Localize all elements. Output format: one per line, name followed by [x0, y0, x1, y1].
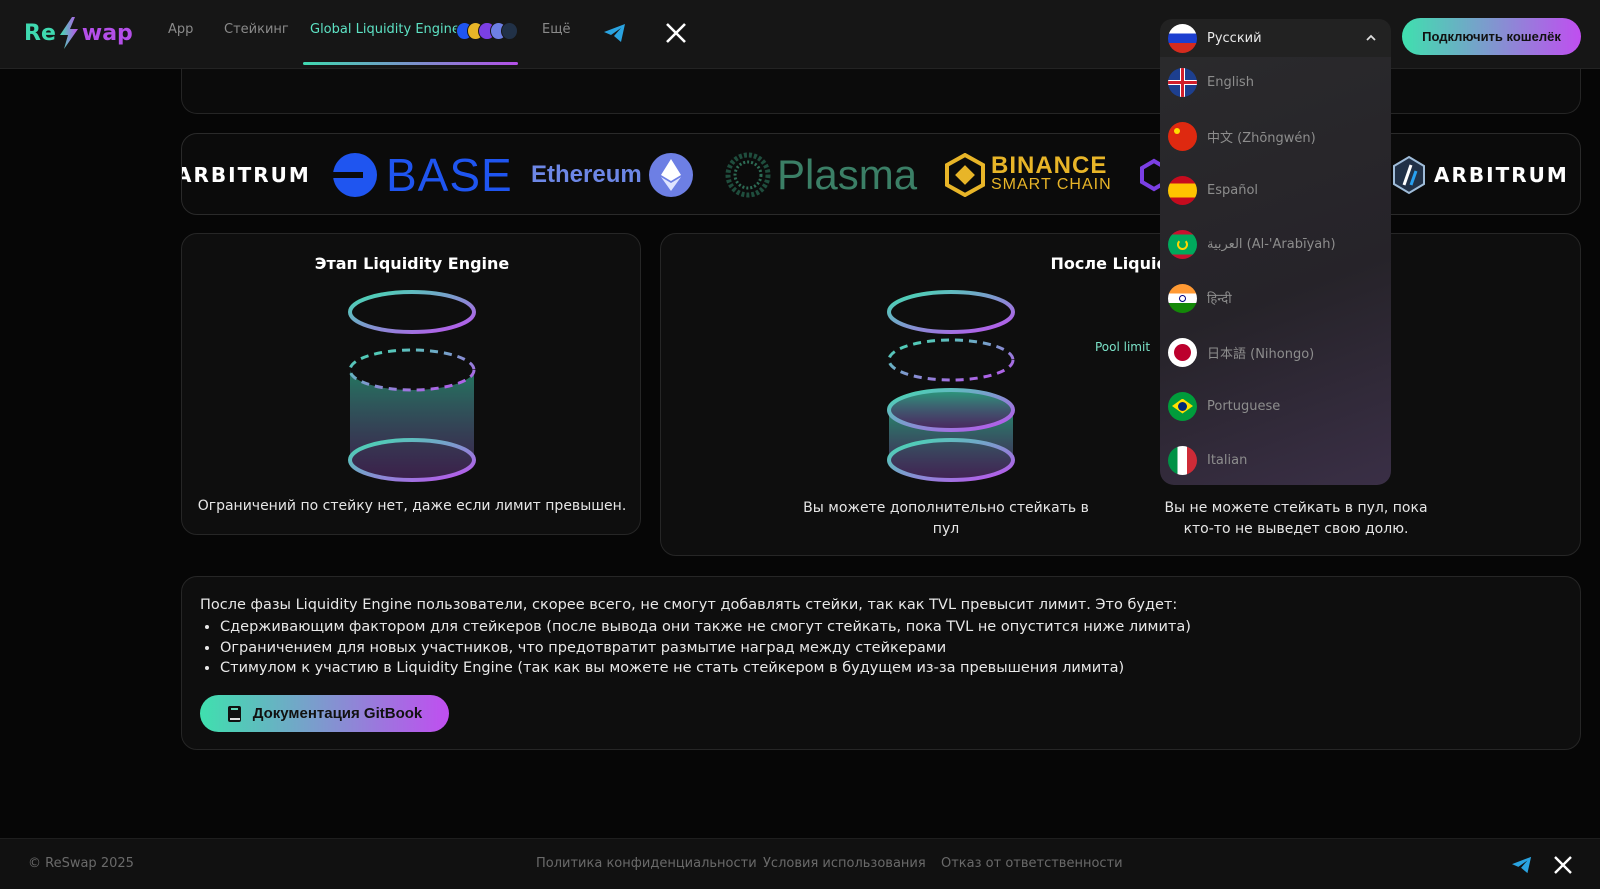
- privacy-policy-link[interactable]: Политика конфиденциальности: [536, 856, 757, 871]
- japan-flag-icon: [1168, 337, 1197, 367]
- chain-arbitrum-left: ARBITRUM: [181, 134, 311, 214]
- nav-global-liquidity-engine[interactable]: Global Liquidity Engine: [310, 22, 460, 37]
- chain-label: ARBITRUM: [1434, 163, 1569, 187]
- list-item: Сдерживающим фактором для стейкеров (пос…: [220, 617, 1191, 638]
- list-item: Стимулом к участию в Liquidity Engine (т…: [220, 658, 1191, 679]
- plasma-logo-icon: [725, 152, 771, 198]
- text-line: кто-то не выведет свою долю.: [1183, 521, 1409, 537]
- chain-label: BASE: [386, 149, 513, 201]
- language-option-arabic[interactable]: العربية (Al-'Arabīyah): [1160, 220, 1391, 268]
- language-label: Italian: [1207, 452, 1248, 468]
- text-line: пул: [932, 521, 960, 537]
- info-bullet-list: Сдерживающим фактором для стейкеров (пос…: [220, 617, 1191, 679]
- italy-flag-icon: [1168, 445, 1197, 475]
- x-icon[interactable]: [1554, 856, 1572, 874]
- pool-limit-label: Pool limit: [1095, 340, 1151, 354]
- language-label: 中文 (Zhōngwén): [1207, 130, 1316, 146]
- russia-flag-icon: [1168, 23, 1197, 53]
- language-option-chinese[interactable]: 中文 (Zhōngwén): [1160, 112, 1391, 160]
- chain-base: BASE: [332, 134, 513, 214]
- cannot-stake-text: Вы не можете стейкать в пул, пока кто-то…: [1151, 498, 1441, 540]
- language-label: English: [1207, 74, 1254, 90]
- terms-link[interactable]: Условия использования: [763, 856, 926, 871]
- uk-flag-icon: [1168, 67, 1197, 97]
- spain-flag-icon: [1168, 175, 1197, 205]
- chain-label: Plasma: [777, 151, 918, 198]
- brazil-flag-icon: [1168, 391, 1197, 421]
- chain-plasma: Plasma: [725, 134, 918, 214]
- chain-logos-stack: [456, 22, 519, 41]
- pool-cylinder-icon: [348, 290, 476, 482]
- chain-arbitrum-right: ARBITRUM: [1392, 134, 1569, 214]
- text-line: Вы можете дополнительно стейкать в: [803, 500, 1089, 516]
- language-option-italian[interactable]: Italian: [1160, 436, 1391, 484]
- chain-binance: BINANCE SMART CHAIN: [945, 134, 1112, 214]
- language-label: हिन्दी: [1207, 292, 1232, 307]
- language-dropdown-menu: English 中文 (Zhōngwén) Español العربية (A…: [1160, 57, 1391, 485]
- binance-logo-icon: [945, 153, 985, 197]
- pool-limit-line: [1013, 363, 1163, 367]
- liquidity-engine-phase-card: Этап Liquidity Engine Ограничений по сте…: [181, 233, 641, 535]
- book-icon: [227, 705, 241, 722]
- card-title: Этап Liquidity Engine: [314, 254, 510, 273]
- logo-text-re: Re: [24, 20, 56, 46]
- footer: © ReSwap 2025 Политика конфиденциальност…: [0, 838, 1600, 889]
- arbitrum-logo-icon: [1393, 155, 1425, 195]
- chain-sublabel: SMART CHAIN: [991, 176, 1112, 193]
- text-line: Вы не можете стейкать в пул, пока: [1164, 500, 1428, 516]
- language-option-hindi[interactable]: हिन्दी: [1160, 274, 1391, 322]
- language-option-japanese[interactable]: 日本語 (Nihongo): [1160, 328, 1391, 376]
- nav-more[interactable]: Ещё: [542, 22, 570, 37]
- language-selector[interactable]: Русский: [1160, 19, 1391, 57]
- chain-label: BINANCE: [991, 152, 1108, 179]
- language-option-english[interactable]: English: [1160, 58, 1391, 106]
- nav-staking[interactable]: Стейкинг: [224, 22, 289, 37]
- mauritania-flag-icon: [1168, 229, 1197, 259]
- info-intro-text: После фазы Liquidity Engine пользователи…: [200, 597, 1178, 613]
- china-flag-icon: [1168, 121, 1197, 151]
- after-liquidity-card: После Liquidity Pool limit Вы можете доп…: [660, 233, 1581, 556]
- active-tab-indicator: [303, 62, 518, 65]
- lightning-bolt-icon: [59, 17, 78, 49]
- copyright-text: © ReSwap 2025: [28, 856, 134, 871]
- arbitrum-logo-icon: [500, 22, 519, 40]
- telegram-icon[interactable]: [603, 21, 627, 45]
- chain-label: Ethereum: [531, 161, 642, 188]
- x-icon[interactable]: [664, 21, 688, 45]
- language-option-spanish[interactable]: Español: [1160, 166, 1391, 214]
- selected-language: Русский: [1207, 30, 1262, 46]
- language-label: 日本語 (Nihongo): [1207, 346, 1315, 362]
- telegram-icon[interactable]: [1511, 855, 1533, 875]
- button-label: Документация GitBook: [252, 705, 423, 722]
- pool-cylinder-icon: [887, 290, 1015, 482]
- language-label: Español: [1207, 182, 1259, 198]
- logo-text-wap: wap: [81, 20, 133, 46]
- base-logo-icon: [333, 153, 377, 197]
- chain-label: ARBITRUM: [181, 163, 311, 187]
- info-section: После фазы Liquidity Engine пользователи…: [181, 576, 1581, 750]
- language-label: Portuguese: [1207, 398, 1281, 414]
- gitbook-docs-button[interactable]: Документация GitBook: [200, 695, 449, 732]
- language-option-portuguese[interactable]: Portuguese: [1160, 382, 1391, 430]
- india-flag-icon: [1168, 283, 1197, 313]
- card-description: Ограничений по стейку нет, даже если лим…: [197, 498, 627, 514]
- language-label: العربية (Al-'Arabīyah): [1207, 236, 1336, 252]
- disclaimer-link[interactable]: Отказ от ответственности: [941, 856, 1123, 871]
- connect-wallet-button[interactable]: Подключить кошелёк: [1402, 18, 1581, 55]
- reswap-logo[interactable]: Re wap: [24, 15, 133, 51]
- can-stake-text: Вы можете дополнительно стейкать в пул: [801, 498, 1091, 540]
- chain-ethereum: Ethereum: [531, 134, 694, 214]
- ethereum-logo-icon: [648, 153, 693, 197]
- chevron-up-icon: [1366, 34, 1376, 41]
- nav-app[interactable]: App: [168, 22, 193, 37]
- list-item: Ограничением для новых участников, что п…: [220, 638, 1191, 659]
